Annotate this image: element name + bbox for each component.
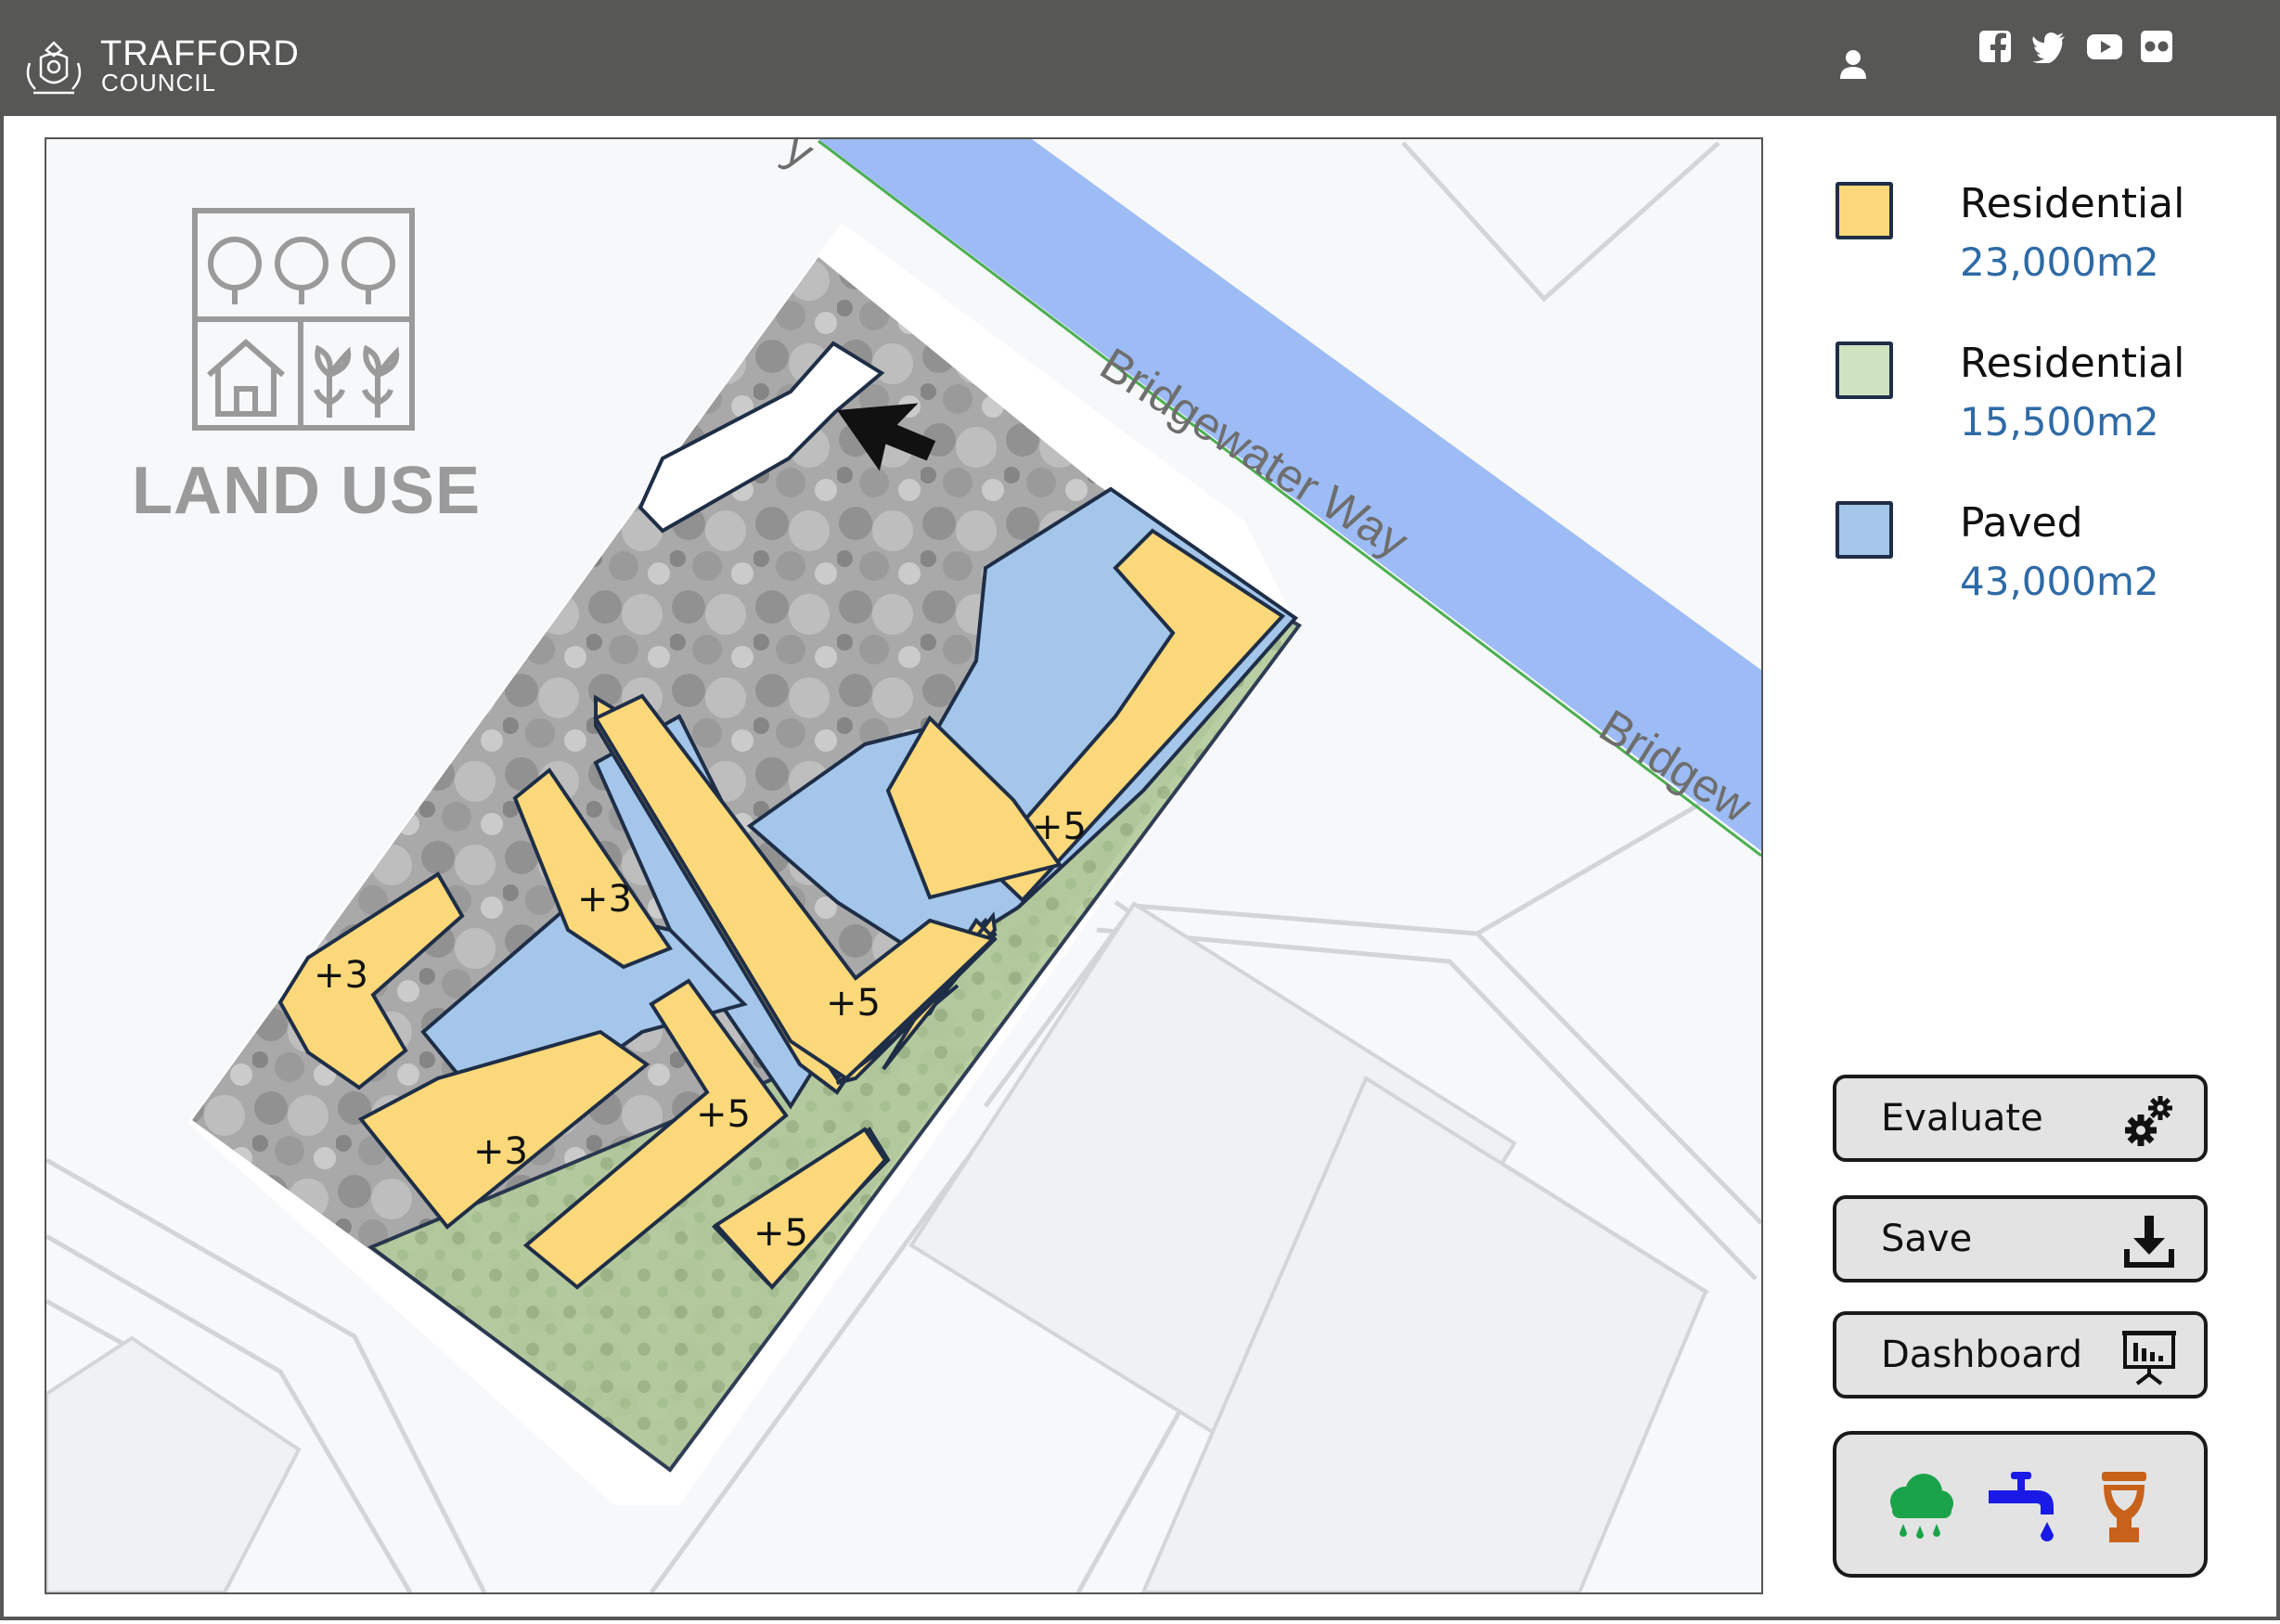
land-use-title: LAND USE xyxy=(132,454,482,528)
presentation-chart-icon xyxy=(2122,1331,2176,1386)
legend-swatch xyxy=(1836,182,1893,239)
plot-label: +5 xyxy=(1032,806,1087,848)
map-canvas[interactable]: Bridgewater Way Bridgew y +3 +3 +3 +5 +5… xyxy=(45,137,1763,1594)
legend-value: 43,000m2 xyxy=(1960,559,2159,604)
plot-label: +5 xyxy=(696,1093,751,1136)
gears-icon xyxy=(2125,1096,2172,1146)
legend-value: 15,500m2 xyxy=(1960,399,2159,445)
brand-subtitle: COUNCIL xyxy=(101,69,217,97)
download-icon xyxy=(2124,1216,2174,1268)
youtube-icon[interactable] xyxy=(2086,30,2123,63)
user-account-icon[interactable] xyxy=(1838,48,1868,80)
water-tap-icon[interactable] xyxy=(1985,1468,2059,1546)
plot-label: +3 xyxy=(473,1130,528,1173)
save-label: Save xyxy=(1881,1218,1973,1260)
legend-item-residential-green: Residential 15,500m2 xyxy=(1836,340,2244,462)
legend-label: Paved xyxy=(1960,499,2083,547)
rain-cloud-icon[interactable] xyxy=(1883,1468,1957,1546)
plot-label: +3 xyxy=(314,954,368,997)
dashboard-button[interactable]: Dashboard xyxy=(1833,1311,2208,1398)
plot-label: +3 xyxy=(577,878,632,921)
legend-label: Residential xyxy=(1960,340,2185,387)
dashboard-label: Dashboard xyxy=(1881,1334,2083,1376)
evaluate-label: Evaluate xyxy=(1881,1097,2043,1140)
plot-label: +5 xyxy=(754,1212,808,1255)
save-button[interactable]: Save xyxy=(1833,1195,2208,1282)
legend-swatch xyxy=(1836,342,1893,399)
legend-label: Residential xyxy=(1960,180,2185,227)
legend-item-residential-yellow: Residential 23,000m2 xyxy=(1836,180,2244,303)
utilities-toolbar xyxy=(1833,1431,2208,1578)
legend-value: 23,000m2 xyxy=(1960,239,2159,285)
crest-icon xyxy=(26,41,82,95)
brand-name: TRAFFORD xyxy=(100,34,300,73)
toilet-icon[interactable] xyxy=(2087,1468,2161,1546)
evaluate-button[interactable]: Evaluate xyxy=(1833,1075,2208,1162)
street-label-partial: y xyxy=(776,139,823,179)
facebook-icon[interactable] xyxy=(1978,30,2012,63)
flickr-icon[interactable] xyxy=(2140,30,2173,63)
trafford-council-logo[interactable]: TRAFFORD COUNCIL xyxy=(20,35,299,100)
legend-item-paved: Paved 43,000m2 xyxy=(1836,499,2244,622)
twitter-icon[interactable] xyxy=(2032,30,2066,63)
land-use-icon xyxy=(192,208,415,431)
legend-swatch xyxy=(1836,501,1893,559)
top-bar: TRAFFORD COUNCIL xyxy=(0,0,2280,116)
plot-label: +5 xyxy=(826,982,881,1025)
